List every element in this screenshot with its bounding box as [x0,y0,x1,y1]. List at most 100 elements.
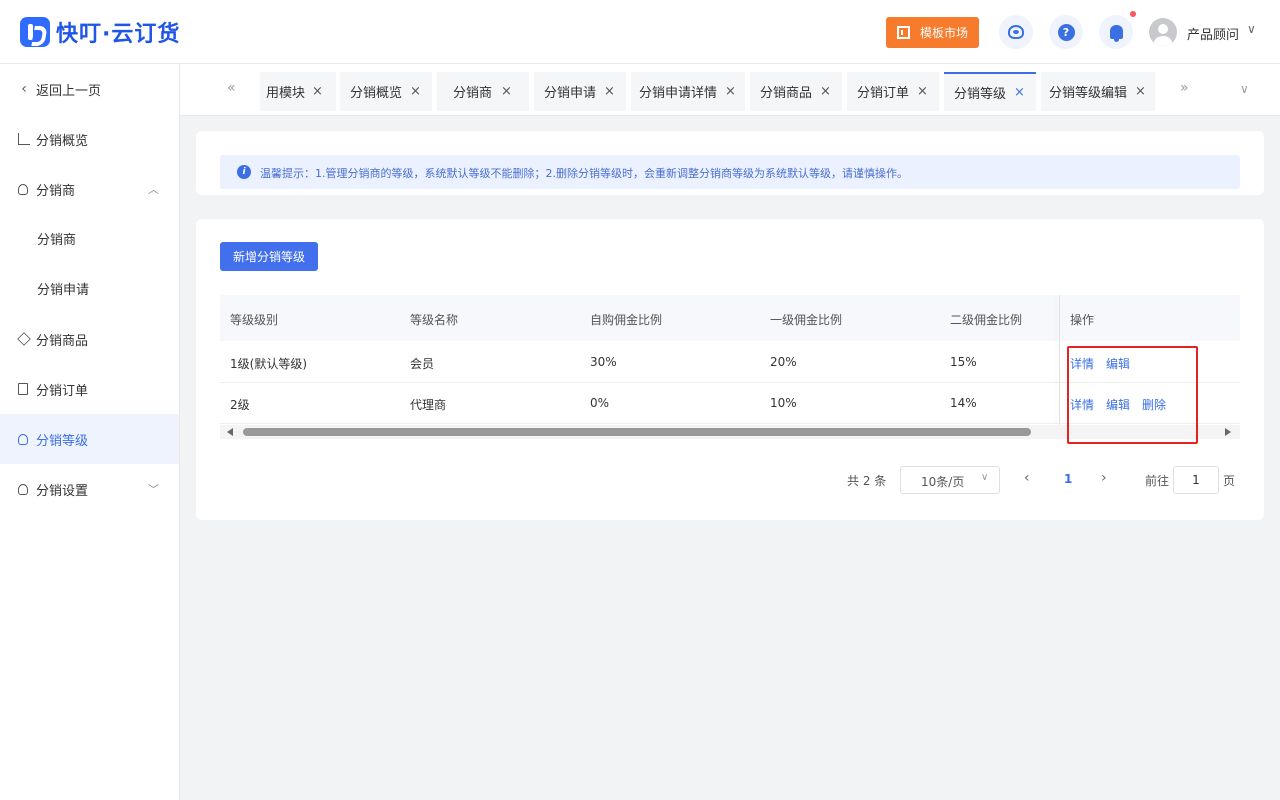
column-header: 等级名称 [410,313,459,327]
tab-label: 分销等级编辑 [1049,86,1128,101]
tabs-scroll-right-icon[interactable]: » [1180,80,1189,96]
scroll-right-arrow-icon[interactable] [1225,428,1231,436]
template-market-button[interactable]: 模板市场 [886,17,979,48]
tab-label: 分销商 [453,86,493,101]
goto-page-input[interactable] [1173,466,1219,494]
back-label: 返回上一页 [36,83,102,99]
info-icon: i [237,165,251,179]
tabs-dropdown-chevron-icon[interactable]: ∨ [1240,82,1249,96]
back-link[interactable]: ‹ 返回上一页 [0,64,179,114]
column-header: 自购佣金比例 [590,313,663,327]
current-page[interactable]: 1 [1064,472,1072,486]
avatar[interactable] [1149,18,1177,46]
tab-products[interactable]: 分销商品 × [750,72,842,111]
top-header: 快叮·云订货 模板市场 ? 产品顾问 ∨ [0,0,1280,64]
table-header: 等级级别 等级名称 自购佣金比例 一级佣金比例 二级佣金比例 操作 [220,295,1240,341]
logo-text: 快叮·云订货 [56,22,181,47]
cell-first-commission: 10% [770,396,797,410]
sidebar-item-settings[interactable]: 分销设置 ﹀ [0,464,179,514]
tabs-bar: « 用模块 × 分销概览 × 分销商 × 分销申请 × 分销申请详情 × 分销商… [180,64,1280,116]
close-icon[interactable]: × [917,84,928,99]
chevron-left-icon: ‹ [21,81,27,97]
customer-service-button[interactable] [999,15,1033,49]
close-icon[interactable]: × [312,84,323,99]
goto-suffix: 页 [1223,474,1236,488]
sidebar-item-label: 分销商品 [36,333,89,349]
next-page-icon[interactable]: › [1101,470,1107,486]
close-icon[interactable]: × [820,84,831,99]
sidebar-subitem-applications[interactable]: 分销申请 [0,263,179,313]
sidebar-item-products[interactable]: 分销商品 [0,314,179,364]
close-icon[interactable]: × [725,84,736,99]
sidebar-item-distributors[interactable]: 分销商 ︿ [0,164,179,214]
tab-label: 分销概览 [350,86,403,101]
tab-orders[interactable]: 分销订单 × [847,72,939,111]
tab-label: 分销等级 [954,87,1007,102]
bell-icon [1109,25,1123,42]
customer-service-icon [1008,25,1024,39]
order-icon [18,383,28,395]
chevron-down-icon[interactable]: ∨ [1247,22,1256,36]
tab-distributors[interactable]: 分销商 × [437,72,529,111]
tab-label: 用模块 [266,86,306,101]
sidebar: ‹ 返回上一页 分销概览 分销商 ︿ 分销商 分销申请 分销商品 分销订单 分销… [0,64,180,800]
scrollbar-thumb[interactable] [243,428,1031,436]
tab-label: 分销申请详情 [639,86,718,101]
sidebar-item-levels[interactable]: 分销等级 [0,414,179,464]
column-header: 二级佣金比例 [950,313,1023,327]
goto-label: 前往 [1145,474,1170,488]
prev-page-icon[interactable]: ‹ [1024,470,1030,486]
chevron-down-icon: ﹀ [148,483,159,496]
box-icon [17,332,31,346]
notice-text: 温馨提示：1.管理分销商的等级，系统默认等级不能删除；2.删除分销等级时，会重新… [260,167,908,180]
cell-level: 2级 [230,398,250,412]
tab-level-edit[interactable]: 分销等级编辑 × [1041,72,1155,111]
column-header: 一级佣金比例 [770,313,843,327]
help-button[interactable]: ? [1049,15,1083,49]
users-icon [18,183,28,195]
notification-button[interactable] [1099,15,1133,49]
sidebar-subitem-distributors[interactable]: 分销商 [0,213,179,263]
sidebar-item-orders[interactable]: 分销订单 [0,364,179,414]
sidebar-item-label: 分销等级 [36,433,89,449]
tab-module[interactable]: 用模块 × [260,72,336,111]
column-header: 等级级别 [230,313,279,327]
logo-mark-icon [20,17,50,47]
cell-level: 1级(默认等级) [230,357,307,371]
tab-levels[interactable]: 分销等级 × [944,72,1036,111]
tab-application-detail[interactable]: 分销申请详情 × [631,72,745,111]
close-icon[interactable]: × [1135,84,1146,99]
tab-applications[interactable]: 分销申请 × [534,72,626,111]
add-level-button[interactable]: 新增分销等级 [220,242,318,271]
sidebar-item-overview[interactable]: 分销概览 [0,114,179,164]
tab-label: 分销申请 [544,86,597,101]
chevron-down-icon: ∨ [981,472,989,483]
app-logo[interactable]: 快叮·云订货 [20,16,180,48]
tab-overview[interactable]: 分销概览 × [340,72,432,111]
close-icon[interactable]: × [1014,85,1025,100]
pagination-total: 共 2 条 [847,474,887,488]
close-icon[interactable]: × [410,84,421,99]
tab-label: 分销商品 [760,86,813,101]
actions-highlight-box [1067,346,1198,444]
fixed-column-divider [1059,295,1060,425]
close-icon[interactable]: × [501,84,512,99]
close-icon[interactable]: × [604,84,615,99]
chevron-up-icon: ︿ [148,183,159,196]
template-market-label: 模板市场 [919,26,968,40]
layout-icon [896,26,910,39]
notice-banner: i 温馨提示：1.管理分销商的等级，系统默认等级不能删除；2.删除分销等级时，会… [220,155,1240,189]
tabs-scroll-left-icon[interactable]: « [227,80,236,96]
column-header: 操作 [1070,313,1095,327]
user-name[interactable]: 产品顾问 [1187,24,1239,43]
cell-second-commission: 15% [950,355,977,369]
scroll-left-arrow-icon[interactable] [227,428,233,436]
sidebar-item-label: 分销商 [36,183,76,199]
sidebar-item-label: 分销订单 [36,383,89,399]
cell-self-commission: 0% [590,396,610,410]
tab-label: 分销订单 [857,86,910,101]
page-size-select[interactable]: 10条/页 ∨ [900,466,1000,494]
question-icon: ? [1057,23,1075,41]
sidebar-item-label: 分销设置 [36,483,89,499]
cell-second-commission: 14% [950,396,977,410]
